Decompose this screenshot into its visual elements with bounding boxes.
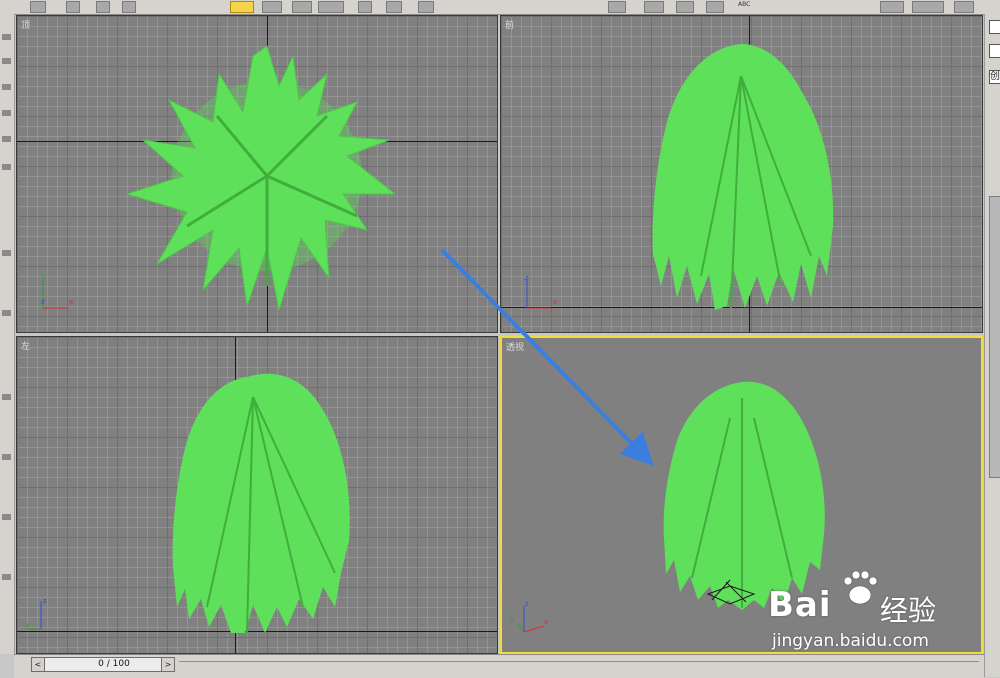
region-select-button[interactable] — [292, 1, 312, 13]
display-icon[interactable] — [2, 136, 11, 142]
watermark-brand: Bai — [768, 585, 832, 625]
gizmo-y-label: y — [41, 274, 45, 282]
main-toolbar: ABC — [0, 0, 1000, 15]
gizmo-y-label: y — [25, 621, 29, 629]
percent-snap-button[interactable] — [676, 1, 694, 13]
snap-icon[interactable] — [608, 1, 626, 13]
select-arrow-icon[interactable] — [230, 1, 254, 13]
panel-tab-button[interactable] — [989, 20, 1000, 34]
axis-gizmo: z y x — [510, 600, 550, 640]
track-bar[interactable] — [179, 661, 979, 670]
time-next-button[interactable]: > — [161, 658, 174, 671]
named-selection-button[interactable] — [880, 1, 904, 13]
axis-gizmo: z y — [25, 593, 65, 633]
time-prev-button[interactable]: < — [32, 658, 45, 671]
time-slider-text: 0 / 100 — [98, 659, 130, 669]
align-button[interactable] — [954, 1, 974, 13]
create-icon[interactable] — [2, 34, 11, 40]
layer-icon[interactable] — [2, 250, 11, 256]
spinner-snap-button[interactable] — [706, 1, 724, 13]
name-field[interactable] — [989, 44, 1000, 58]
material-icon[interactable] — [2, 394, 11, 400]
helper-icon[interactable] — [2, 574, 11, 580]
time-slider[interactable]: < 0 / 100 > — [31, 657, 175, 672]
tree-front-view[interactable] — [501, 16, 983, 333]
viewport-top[interactable]: 顶 x y z — [16, 15, 498, 333]
undo-button[interactable] — [30, 1, 46, 13]
command-panel: 创 — [984, 14, 1000, 677]
light-icon[interactable] — [2, 514, 11, 520]
gizmo-z-label: z — [43, 597, 47, 605]
category-field[interactable]: 创 — [989, 70, 1000, 84]
axis-gizmo: x z — [525, 274, 565, 314]
gizmo-y-label: y — [510, 616, 514, 624]
camera-icon[interactable] — [2, 454, 11, 460]
utilities-icon[interactable] — [2, 164, 11, 170]
text-abc-icon[interactable]: ABC — [738, 1, 750, 8]
watermark-sub: 经验 — [880, 594, 937, 627]
bind-button[interactable] — [122, 1, 136, 13]
viewport-left[interactable]: 左 z y — [16, 336, 498, 654]
axis-gizmo: x y z — [41, 274, 81, 314]
unlink-button[interactable] — [96, 1, 110, 13]
gizmo-z-label: z — [525, 274, 529, 282]
gizmo-z-label: z — [525, 600, 529, 608]
modify-icon[interactable] — [2, 58, 11, 64]
motion-icon[interactable] — [2, 110, 11, 116]
move-icon[interactable] — [358, 1, 372, 13]
gizmo-z-label: z — [41, 298, 45, 306]
hierarchy-icon[interactable] — [2, 84, 11, 90]
viewport-front[interactable]: 前 x z — [500, 15, 983, 333]
gizmo-x-label: x — [553, 298, 557, 306]
render-icon[interactable] — [2, 310, 11, 316]
tree-left-view[interactable] — [17, 337, 498, 654]
watermark: Bai 经验 jingyan.baidu.com — [768, 567, 978, 663]
scale-icon[interactable] — [418, 1, 434, 13]
gizmo-x-label: x — [544, 618, 548, 626]
watermark-url: jingyan.baidu.com — [772, 631, 929, 651]
angle-snap-button[interactable] — [644, 1, 664, 13]
rotate-icon[interactable] — [386, 1, 402, 13]
time-slider-bar: < 0 / 100 > — [14, 654, 984, 678]
mirror-button[interactable] — [912, 1, 944, 13]
window-crossing-button[interactable] — [318, 1, 344, 13]
select-by-name-button[interactable] — [262, 1, 282, 13]
left-tool-strip — [0, 14, 15, 654]
link-button[interactable] — [66, 1, 80, 13]
paw-logo-icon — [843, 570, 878, 605]
gizmo-x-label: x — [69, 298, 73, 306]
tree-top-view[interactable] — [17, 16, 498, 333]
panel-scrollbar[interactable] — [989, 196, 1000, 478]
